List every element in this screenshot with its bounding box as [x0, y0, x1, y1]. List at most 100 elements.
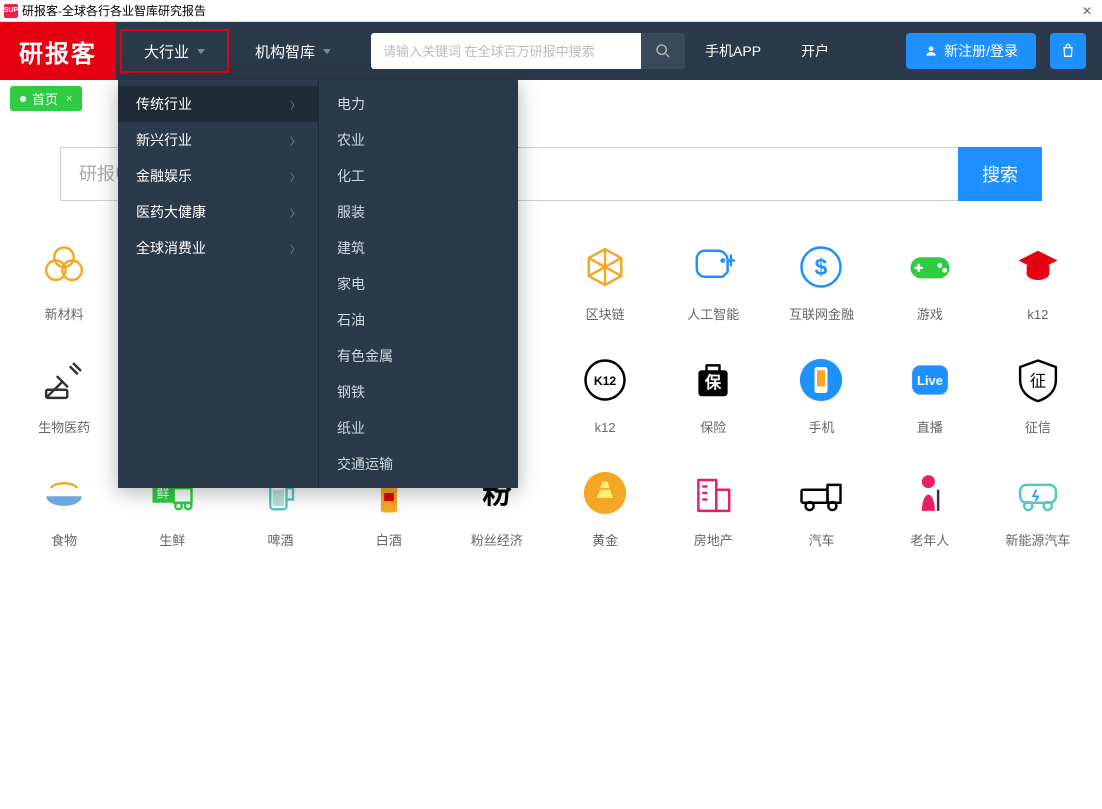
food-icon — [36, 465, 92, 521]
search-icon — [655, 43, 671, 59]
dropdown-sub-item[interactable]: 建筑 — [319, 230, 518, 266]
nav-open-account[interactable]: 开户 — [781, 41, 849, 61]
favicon-icon: SUP — [4, 4, 18, 18]
dropdown-sub-item[interactable]: 服装 — [319, 194, 518, 230]
category-cell[interactable]: 人工智能 — [659, 239, 767, 324]
insurance-icon: 保 — [685, 352, 741, 408]
category-label: k12 — [1027, 307, 1048, 324]
dropdown-category-item[interactable]: 全球消费业〉 — [118, 230, 318, 266]
tab-close-icon[interactable]: × — [66, 93, 72, 105]
category-cell[interactable]: 游戏 — [876, 239, 984, 324]
dropdown-category-item[interactable]: 传统行业〉 — [118, 86, 318, 122]
svg-text:K12: K12 — [594, 374, 617, 388]
category-label: 手机 — [808, 420, 834, 437]
nav-search — [371, 33, 685, 69]
chevron-right-icon: 〉 — [290, 169, 300, 184]
nav-industry[interactable]: 大行业 — [120, 29, 229, 73]
nav-mobile-app[interactable]: 手机APP — [685, 41, 781, 61]
category-label: 人工智能 — [687, 307, 739, 324]
chevron-right-icon: 〉 — [290, 97, 300, 112]
dropdown-category-item[interactable]: 新兴行业〉 — [118, 122, 318, 158]
category-cell[interactable]: 生物医药 — [10, 352, 118, 437]
category-cell[interactable]: 征征信 — [984, 352, 1092, 437]
dropdown-sub-item[interactable]: 交通运输 — [319, 446, 518, 482]
user-icon — [924, 44, 938, 58]
register-login-label: 新注册/登录 — [944, 41, 1018, 61]
car-icon — [793, 465, 849, 521]
category-cell[interactable]: 新能源汽车 — [984, 465, 1092, 550]
category-cell[interactable]: K12k12 — [551, 352, 659, 437]
logo[interactable]: 研报客 — [0, 22, 116, 80]
dropdown-category-item[interactable]: 医药大健康〉 — [118, 194, 318, 230]
dropdown-sub-item[interactable]: 有色金属 — [319, 338, 518, 374]
close-icon[interactable]: ✕ — [1076, 4, 1098, 18]
category-label: 啤酒 — [267, 533, 293, 550]
category-label: 新能源汽车 — [1005, 533, 1070, 550]
category-label: 区块链 — [586, 307, 625, 324]
dropdown-sub-item[interactable]: 化工 — [319, 158, 518, 194]
blockchain-icon — [577, 239, 633, 295]
dropdown-sub-item[interactable]: 电力 — [319, 86, 518, 122]
category-label: 汽车 — [808, 533, 834, 550]
category-label: 白酒 — [376, 533, 402, 550]
gamepad-icon — [902, 239, 958, 295]
category-label: 食物 — [51, 533, 77, 550]
category-label: 粉丝经济 — [471, 533, 523, 550]
chevron-down-icon — [323, 49, 331, 54]
window-titlebar: SUP 研报客-全球各行各业智库研究报告 ✕ — [0, 0, 1102, 22]
chevron-right-icon: 〉 — [290, 241, 300, 256]
category-cell[interactable]: 新材料 — [10, 239, 118, 324]
hero-search-button[interactable]: 搜索 — [958, 147, 1042, 201]
industry-dropdown: 传统行业〉新兴行业〉金融娱乐〉医药大健康〉全球消费业〉 电力农业化工服装建筑家电… — [118, 80, 518, 488]
nav-industry-label: 大行业 — [144, 41, 189, 62]
dropdown-sub-item[interactable]: 纸业 — [319, 410, 518, 446]
cart-button[interactable] — [1050, 33, 1086, 69]
category-label: 互联网金融 — [789, 307, 854, 324]
nav-search-button[interactable] — [641, 33, 685, 69]
dropdown-categories: 传统行业〉新兴行业〉金融娱乐〉医药大健康〉全球消费业〉 — [118, 80, 318, 488]
live-icon: Live — [902, 352, 958, 408]
ai-head-icon — [685, 239, 741, 295]
category-label: 征信 — [1025, 420, 1051, 437]
dropdown-sub-item[interactable]: 钢铁 — [319, 374, 518, 410]
dollar-icon: $ — [793, 239, 849, 295]
category-cell[interactable]: 房地产 — [659, 465, 767, 550]
svg-text:$: $ — [815, 254, 828, 280]
logs-icon — [36, 239, 92, 295]
category-label: 老年人 — [910, 533, 949, 550]
dropdown-sub-item[interactable]: 家电 — [319, 266, 518, 302]
category-label: 生鲜 — [159, 533, 185, 550]
gradcap-icon — [1010, 239, 1066, 295]
top-nav: 研报客 大行业 机构智库 手机APP 开户 新注册/登录 — [0, 22, 1102, 80]
category-label: 直播 — [917, 420, 943, 437]
category-cell[interactable]: 食物 — [10, 465, 118, 550]
category-label: 生物医药 — [38, 420, 90, 437]
dropdown-category-item[interactable]: 金融娱乐〉 — [118, 158, 318, 194]
category-cell[interactable]: 区块链 — [551, 239, 659, 324]
category-cell[interactable]: $ 互联网金融 — [767, 239, 875, 324]
register-login-button[interactable]: 新注册/登录 — [906, 33, 1036, 69]
category-cell[interactable]: 手机 — [767, 352, 875, 437]
nav-institution[interactable]: 机构智库 — [233, 22, 353, 80]
category-label: 房地产 — [694, 533, 733, 550]
dropdown-sub-item[interactable]: 农业 — [319, 122, 518, 158]
dot-icon — [20, 96, 26, 102]
category-cell[interactable]: 保保险 — [659, 352, 767, 437]
nav-search-input[interactable] — [371, 33, 641, 69]
category-cell[interactable]: 汽车 — [767, 465, 875, 550]
category-cell[interactable]: Live 直播 — [876, 352, 984, 437]
window-title: 研报客-全球各行各业智库研究报告 — [22, 2, 206, 19]
category-cell[interactable]: 老年人 — [876, 465, 984, 550]
category-label: 黄金 — [592, 533, 618, 550]
tab-home[interactable]: 首页 × — [10, 86, 82, 111]
phone-icon — [793, 352, 849, 408]
svg-text:保: 保 — [704, 373, 722, 392]
chevron-right-icon: 〉 — [290, 133, 300, 148]
dropdown-subitems: 电力农业化工服装建筑家电石油有色金属钢铁纸业交通运输 — [318, 80, 518, 488]
category-label: 保险 — [700, 420, 726, 437]
category-cell[interactable]: 黄金 — [551, 465, 659, 550]
dropdown-sub-item[interactable]: 石油 — [319, 302, 518, 338]
category-cell[interactable]: k12 — [984, 239, 1092, 324]
syringe-icon — [36, 352, 92, 408]
gold-icon — [577, 465, 633, 521]
